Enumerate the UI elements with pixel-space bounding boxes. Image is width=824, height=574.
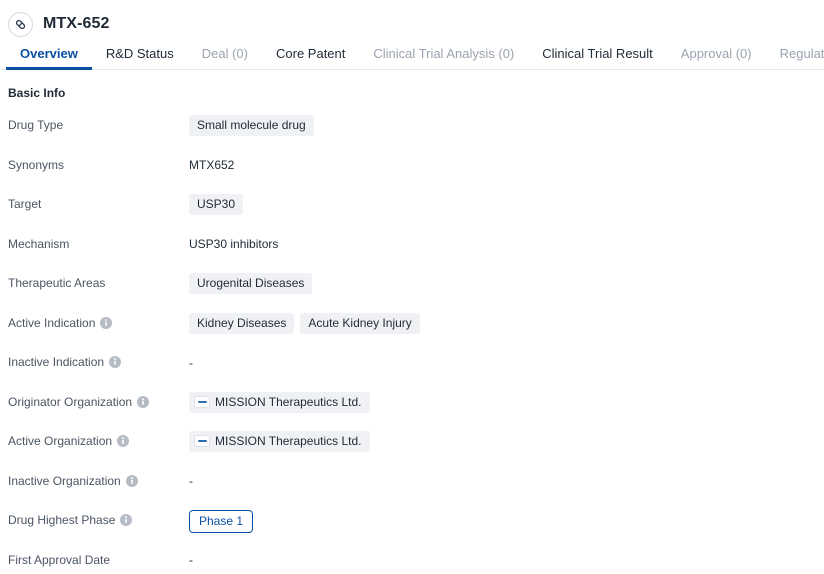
tab-overview[interactable]: Overview xyxy=(6,47,92,70)
field-value-inactive-organization: - xyxy=(189,471,193,492)
value-text: MTX652 xyxy=(189,158,235,172)
field-label-text: Active Organization xyxy=(8,434,113,448)
info-icon[interactable] xyxy=(125,474,138,487)
field-value-target: USP30 xyxy=(189,194,244,215)
organization-name: MISSION Therapeutics Ltd. xyxy=(215,434,362,448)
field-label-drug-type: Drug Type xyxy=(8,115,189,131)
field-label-text: Synonyms xyxy=(8,157,65,172)
empty-value: - xyxy=(189,553,193,567)
info-icon[interactable] xyxy=(109,356,122,368)
field-label-text: Target xyxy=(8,197,42,211)
field-label-originator-organization: Originator Organization xyxy=(8,392,189,408)
field-value-inactive-indication: - xyxy=(189,352,193,373)
phase-badge[interactable]: Phase 1 xyxy=(189,510,254,533)
field-label-text: Inactive Organization xyxy=(8,473,121,488)
field-label-text: Mechanism xyxy=(8,236,70,251)
field-value-synonyms: MTX652 xyxy=(189,155,234,176)
field-label-target: Target xyxy=(8,194,189,210)
info-icon[interactable] xyxy=(120,514,133,526)
drug-detail-page: MTX-652 Overview R&D Status Deal (0) Core P… xyxy=(0,0,824,574)
field-label-synonyms: Synonyms xyxy=(8,155,189,171)
tab-clinical-trial-result[interactable]: Clinical Trial Result xyxy=(528,47,667,69)
field-label-text: Therapeutic Areas xyxy=(8,276,106,290)
value-chip[interactable]: Urogenital Diseases xyxy=(189,273,313,294)
overview-content: Basic Info Drug Type Small molecule drug S… xyxy=(0,70,824,574)
value-chip[interactable]: Kidney Diseases xyxy=(189,312,295,334)
tab-clinical-trial-analysis-0[interactable]: Clinical Trial Analysis (0) xyxy=(359,47,528,69)
section-title-basic-info: Basic Info xyxy=(8,86,66,100)
field-row-drug-highest-phase: Drug Highest Phase Phase 1 xyxy=(0,510,824,550)
field-row-originator-organization: Originator Organization MISSION Therapeu… xyxy=(0,391,824,432)
field-value-active-organization: MISSION Therapeutics Ltd. xyxy=(189,431,370,452)
organization-logo-icon xyxy=(194,395,210,408)
value-chip[interactable]: Small molecule drug xyxy=(189,115,314,136)
field-row-inactive-indication: Inactive Indication - xyxy=(0,352,824,392)
info-icon[interactable] xyxy=(100,316,113,329)
field-value-drug-type: Small molecule drug xyxy=(189,115,314,136)
capsule-pill-icon xyxy=(8,11,33,37)
field-row-therapeutic-areas: Therapeutic Areas Urogenital Diseases xyxy=(0,273,824,313)
field-value-first-approval-date: - xyxy=(189,550,193,571)
field-row-target: Target USP30 xyxy=(0,194,824,234)
value-text: USP30 inhibitors xyxy=(189,237,279,251)
field-row-synonyms: Synonyms MTX652 xyxy=(0,155,824,195)
page-header: MTX-652 xyxy=(0,0,824,40)
value-chip[interactable]: Acute Kidney Injury xyxy=(300,312,420,334)
tab-core-patent[interactable]: Core Patent xyxy=(262,47,359,69)
basic-info-field-list: Drug Type Small molecule drug Synonyms MTX6… xyxy=(0,115,824,574)
field-label-active-organization: Active Organization xyxy=(8,431,189,447)
info-icon[interactable] xyxy=(117,435,130,447)
info-icon[interactable] xyxy=(137,395,150,408)
organization-chip[interactable]: MISSION Therapeutics Ltd. xyxy=(189,431,370,452)
tab-bar: Overview R&D Status Deal (0) Core Patent Cli… xyxy=(0,40,824,70)
field-label-drug-highest-phase: Drug Highest Phase xyxy=(8,510,189,526)
tab-r-d-status[interactable]: R&D Status xyxy=(92,47,188,69)
value-chip[interactable]: USP30 xyxy=(189,194,244,215)
field-row-active-organization: Active Organization MISSION Therapeutics… xyxy=(0,431,824,471)
empty-value: - xyxy=(189,355,193,370)
organization-chip[interactable]: MISSION Therapeutics Ltd. xyxy=(189,391,370,413)
field-row-inactive-organization: Inactive Organization - xyxy=(0,471,824,511)
field-label-inactive-organization: Inactive Organization xyxy=(8,471,189,487)
field-row-drug-type: Drug Type Small molecule drug xyxy=(0,115,824,155)
tab-deal-0[interactable]: Deal (0) xyxy=(188,47,262,69)
field-label-text: Active Indication xyxy=(8,315,96,330)
field-value-mechanism: USP30 inhibitors xyxy=(189,234,278,255)
field-row-mechanism: Mechanism USP30 inhibitors xyxy=(0,234,824,274)
field-label-text: Inactive Indication xyxy=(8,355,105,369)
field-value-originator-organization: MISSION Therapeutics Ltd. xyxy=(189,391,370,413)
field-label-text: Originator Organization xyxy=(8,394,133,409)
field-label-text: Drug Highest Phase xyxy=(8,513,116,527)
field-value-therapeutic-areas: Urogenital Diseases xyxy=(189,273,313,294)
field-row-active-indication: Active Indication Kidney Diseases Acute K… xyxy=(0,312,824,353)
field-value-active-indication: Kidney Diseases Acute Kidney Injury xyxy=(189,312,420,334)
field-label-therapeutic-areas: Therapeutic Areas xyxy=(8,273,189,289)
organization-logo-icon xyxy=(194,435,210,447)
tab-regulation-0[interactable]: Regulation (0) xyxy=(766,47,824,69)
field-label-text: First Approval Date xyxy=(8,552,111,567)
empty-value: - xyxy=(189,474,193,488)
field-row-first-approval-date: First Approval Date - xyxy=(0,550,824,574)
organization-name: MISSION Therapeutics Ltd. xyxy=(215,394,362,409)
page-title: MTX-652 xyxy=(43,15,110,32)
field-label-inactive-indication: Inactive Indication xyxy=(8,352,189,368)
field-label-first-approval-date: First Approval Date xyxy=(8,550,189,566)
field-value-drug-highest-phase: Phase 1 xyxy=(189,510,254,533)
field-label-mechanism: Mechanism xyxy=(8,234,189,250)
field-label-text: Drug Type xyxy=(8,118,64,132)
field-label-active-indication: Active Indication xyxy=(8,313,189,329)
tab-approval-0[interactable]: Approval (0) xyxy=(667,47,766,69)
